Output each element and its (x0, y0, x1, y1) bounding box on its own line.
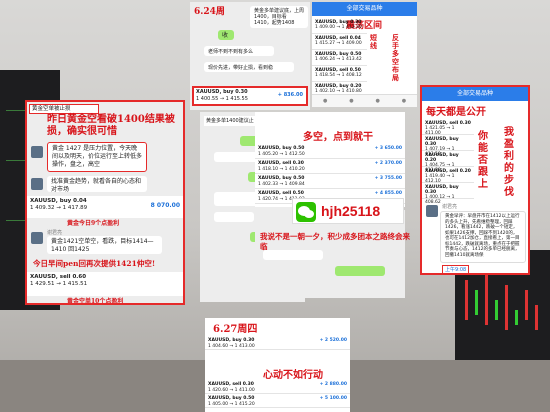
avatar (31, 146, 43, 158)
profit-value: + 836.00 (277, 92, 303, 98)
timestamp: 上午9:08 (442, 265, 470, 273)
chat-title: 黄金空单被止损 (29, 104, 99, 114)
tab-icon[interactable]: ● (402, 98, 406, 104)
message-bubble (214, 212, 254, 222)
trade-row: XAUUSD, buy 0.50 1 406.24 → 1 413.42 (312, 50, 367, 66)
headline: 昨日黄金空看破1400结果被损，确实很可惜 (47, 114, 175, 137)
trade-row: XAUUSD, buy 0.50 1 402.33 → 1 409.84 + 3… (255, 174, 405, 189)
note: 黄金空单10个点盈利 (67, 298, 124, 305)
message-bubble: 黄金1421空单空，看跌，目标1414—1410 回1425 (47, 236, 162, 254)
profit-value: 8 070.00 (150, 202, 180, 209)
sender-name: 谢君亮 (47, 230, 63, 236)
trade-list: XAUUSD, buy 0.30 1 409.00 → 1 412.30 XAU… (312, 18, 367, 98)
wechat-id: hjh25118 (321, 203, 381, 219)
right-panel: 全部交易品种 每天都是公开 你能否跟上 我盈利的步伐 XAUUSD, sell … (420, 85, 530, 275)
caption: 我盈利的步伐 (504, 127, 514, 198)
caption: 每天都是公开 (426, 107, 486, 118)
avatar (31, 178, 43, 190)
app-title: 全部交易品种 (422, 87, 528, 101)
message-bubble: 黄金早评：早盘开市在1412以上运行的多头上升，先看维稳整理，回踩1426，看涨… (440, 211, 526, 263)
trade-row: XAUUSD, sell 0.50 1 418.54 → 1 408.12 (312, 66, 367, 82)
center-trades-panel: 多空，点到就干 XAUUSD, buy 0.50 1 405.20 → 1 41… (255, 112, 405, 207)
trade-row: XAUUSD, sell 0.04 1 415.27 → 1 409.00 (312, 34, 367, 50)
message-bubble: 收 (218, 30, 234, 40)
tab-icon[interactable]: ● (349, 98, 353, 104)
collage-background: { "left_panel": { "chat_title": "黄金空单被止损… (0, 0, 550, 412)
red-caption: 今日早间pen回再次提供1421仲空! (33, 259, 156, 268)
caption: 你能否跟上 (478, 131, 488, 190)
message-bubble: 黄金多单建议底，上周1400，目标看1410，起势1408 (250, 6, 308, 28)
message-bubble: 找准黄金趋势，就看各自的心态和对市场 (47, 176, 147, 193)
caption: 短线 (370, 33, 377, 50)
note: 黄金今日9个点盈利 (67, 220, 120, 227)
message-bubble: 老师不到不到有多么 (204, 46, 274, 56)
tab-icon[interactable]: ● (375, 98, 379, 104)
date-caption: 6.24周 (194, 7, 225, 17)
message-bubble: 现价先进，带好止损，看到稳 (204, 62, 294, 72)
trade-row: XAUUSD, buy 0.30 1 407.19 → 1 413.50 (422, 135, 474, 157)
tab-icon[interactable]: ● (323, 98, 327, 104)
caption: 多空，点到就干 (303, 132, 373, 143)
trade-row: XAUUSD, buy 0.30 1 409.00 → 1 412.30 (312, 18, 367, 34)
trade-row: XAUUSD, buy 0.04 1 409.32 → 1 417.89 8 0… (27, 196, 183, 218)
message-bubble: 黄金 1427 是压力位置，今天晚间以及明天，价位运行至上转低多操作，盘之，高空 (47, 142, 147, 172)
trade-row: XAUUSD, sell 0.30 1 420.60 → 1 411.00 + … (205, 380, 350, 394)
trade-list: XAUUSD, buy 0.50 1 405.20 → 1 412.50 + 3… (255, 144, 405, 206)
trade-row: XAUUSD, sell 0.30 1 418.10 → 1 410.20 + … (255, 159, 405, 174)
avatar (31, 232, 43, 244)
message-bubble (335, 266, 385, 276)
top-middle-chat-panel: 6.24周 黄金多单建议底，上周1400，目标看1410，起势1408 收 老师… (190, 2, 310, 110)
tab-bar: ● ● ● ● (312, 94, 417, 107)
sender-name: 谢君亮 (442, 204, 458, 210)
trade-row: XAUUSD, buy 0.20 1 404.75 → 1 411.80 (422, 151, 474, 173)
caption: 我说不是一朝一夕，积少成多团本之路终会来临 (260, 232, 410, 251)
wechat-badge: hjh25118 (292, 198, 404, 224)
trade-list: XAUUSD, sell 0.30 1 421.05 → 1 411.00 XA… (422, 119, 474, 205)
trade-row: XAUUSD, buy 0.30 1 400.12 → 1 408.62 (422, 183, 474, 205)
wechat-icon (296, 202, 316, 222)
trade-row: XAUUSD, sell 0.20 1 419.40 → 1 412.10 (422, 167, 474, 184)
trade-list: XAUUSD, buy 0.30 1 404.60 → 1 413.00 + 2… (205, 336, 350, 408)
trade-row: XAUUSD, sell 0.60 1 429.51 → 1 415.51 (27, 272, 183, 296)
date-caption: 6.27周四 (213, 324, 258, 335)
bottom-middle-panel: 6.27周四 心动不如行动 XAUUSD, buy 0.30 1 404.60 … (205, 318, 350, 412)
trade-row: XAUUSD, buy 0.30 1 400.55 → 1 415.55 + 8… (192, 86, 308, 106)
trade-row: XAUUSD, buy 0.30 1 404.60 → 1 413.00 + 2… (205, 336, 350, 350)
trade-row: XAUUSD, buy 0.50 1 405.00 → 1 415.20 + 5… (205, 394, 350, 408)
top-right-trades-panel: 全部交易品种 震荡区间 短线 反手多空布局 XAUUSD, buy 0.30 1… (312, 2, 417, 107)
app-title: 全部交易品种 (312, 2, 417, 16)
avatar (426, 205, 438, 217)
caption: 反手多空布局 (392, 33, 399, 82)
trade-row: XAUUSD, sell 0.30 1 421.05 → 1 411.00 (422, 119, 474, 136)
left-chat-panel: 黄金空单被止损 昨日黄金空看破1400结果被损，确实很可惜 黄金 1427 是压… (25, 100, 185, 305)
trade-row: XAUUSD, buy 0.50 1 405.20 → 1 412.50 + 3… (255, 144, 405, 159)
